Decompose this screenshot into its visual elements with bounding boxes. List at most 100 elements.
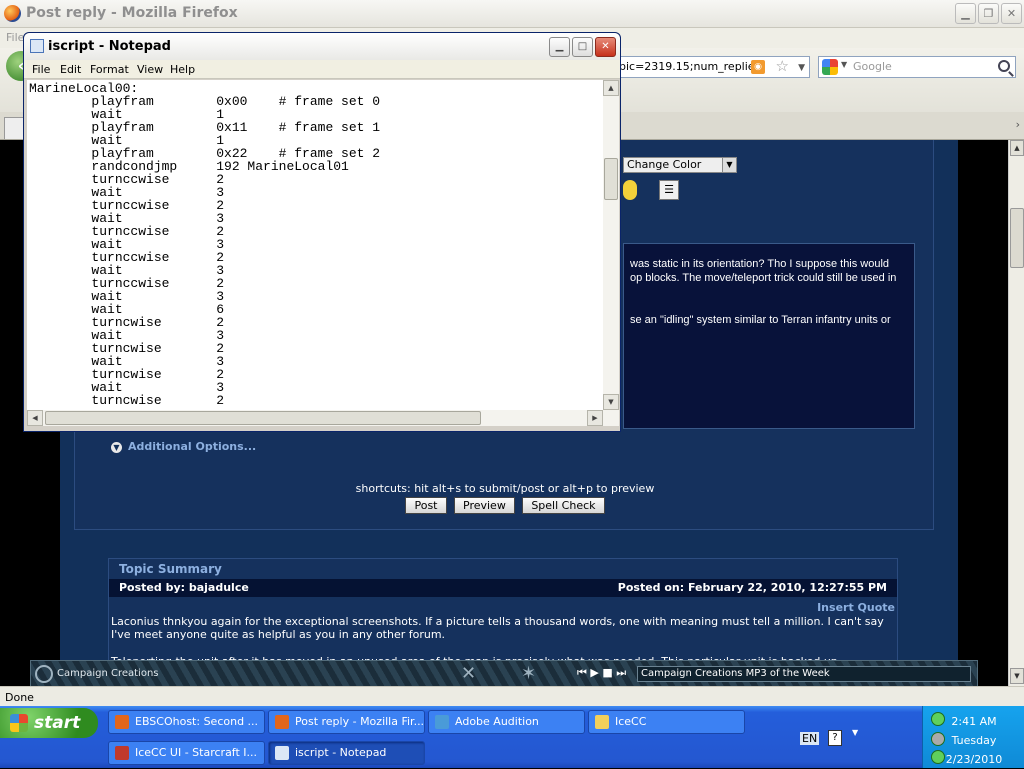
insert-quote-link[interactable]: Insert Quote bbox=[817, 601, 895, 614]
notepad-close-button[interactable]: ✕ bbox=[595, 37, 616, 57]
windows-logo-icon bbox=[10, 714, 28, 732]
language-indicator[interactable]: EN bbox=[800, 732, 820, 745]
firefox-logo-icon bbox=[4, 5, 21, 22]
preview-button[interactable]: Preview bbox=[454, 497, 515, 514]
shortcuts-hint: shortcuts: hit alt+s to submit/post or a… bbox=[355, 482, 655, 495]
page-scrollbar[interactable]: ▲ ▼ bbox=[1008, 140, 1024, 686]
icecc-icon bbox=[115, 746, 129, 760]
audition-icon bbox=[435, 715, 449, 729]
firefox-icon bbox=[275, 715, 289, 729]
status-bar: Done bbox=[0, 686, 1024, 706]
clock-time: 2:41 AM bbox=[951, 715, 997, 728]
start-button[interactable]: start bbox=[0, 708, 98, 738]
expand-icon: ▼ bbox=[111, 442, 122, 453]
scroll-thumb[interactable] bbox=[1010, 208, 1024, 268]
resize-grip[interactable] bbox=[603, 410, 619, 426]
posted-by: Posted by: bajadulce bbox=[119, 581, 249, 594]
search-input[interactable]: Google bbox=[853, 60, 892, 73]
chevron-down-icon[interactable]: ▼ bbox=[722, 158, 736, 172]
task-label: Adobe Audition bbox=[455, 715, 539, 728]
firefox-window-title: Post reply - Mozilla Firefox bbox=[26, 5, 238, 21]
notepad-text-area[interactable]: MarineLocal00: playfram 0x00 # frame set… bbox=[27, 80, 603, 410]
notepad-titlebar[interactable]: iscript - Notepad ▁ □ ✕ bbox=[24, 33, 620, 60]
scroll-thumb[interactable] bbox=[45, 411, 481, 425]
list-icon[interactable]: ☰ bbox=[659, 180, 679, 200]
clock-date: 2/23/2010 bbox=[945, 753, 1003, 766]
task-label: IceCC bbox=[615, 715, 647, 728]
posted-on: Posted on: February 22, 2010, 12:27:55 P… bbox=[617, 581, 887, 594]
url-dropdown-icon[interactable]: ▼ bbox=[798, 58, 805, 77]
starcraft2-logo-icon: ✶ bbox=[521, 663, 537, 684]
bookmark-star-icon[interactable]: ☆ bbox=[776, 57, 789, 76]
help-icon[interactable]: ? bbox=[828, 730, 842, 746]
post-line: se an "idling" system similar to Terran … bbox=[630, 314, 891, 326]
scroll-right-icon[interactable]: ▶ bbox=[587, 410, 603, 426]
task-iscript-notepad[interactable]: iscript - Notepad bbox=[268, 741, 425, 765]
menu-format[interactable]: Format bbox=[90, 63, 129, 76]
firefox-icon bbox=[115, 715, 129, 729]
url-bar[interactable]: pic=2319.15;num_replies ◉ ☆ ▼ bbox=[612, 56, 810, 78]
scroll-left-icon[interactable]: ◀ bbox=[27, 410, 43, 426]
notepad-minimize-button[interactable]: ▁ bbox=[549, 37, 570, 57]
rss-icon[interactable]: ◉ bbox=[751, 60, 765, 74]
task-ebscohost[interactable]: EBSCOhost: Second ... bbox=[108, 710, 265, 734]
campaign-creations-logo-icon bbox=[35, 665, 53, 683]
folder-icon bbox=[595, 715, 609, 729]
additional-options-link[interactable]: ▼ Additional Options... bbox=[111, 440, 256, 453]
scroll-down-icon[interactable]: ▼ bbox=[603, 394, 619, 410]
mp3-ticker: Campaign Creations MP3 of the Week bbox=[637, 666, 971, 682]
post-line: op blocks. The move/teleport trick could… bbox=[630, 272, 897, 284]
notepad-icon bbox=[275, 746, 289, 760]
close-button[interactable]: ✕ bbox=[1001, 3, 1022, 24]
google-icon[interactable] bbox=[822, 59, 838, 75]
form-buttons: Post Preview Spell Check bbox=[75, 497, 935, 514]
post-button[interactable]: Post bbox=[405, 497, 447, 514]
message-textarea[interactable]: was static in its orientation? Tho I sup… bbox=[623, 243, 915, 429]
notepad-icon bbox=[30, 39, 44, 53]
change-color-select[interactable]: Change Color ▼ bbox=[623, 157, 737, 173]
notepad-menubar: File Edit Format View Help bbox=[24, 60, 620, 79]
insert-image-icon[interactable] bbox=[623, 180, 637, 200]
campaign-creations-label: Campaign Creations bbox=[57, 668, 159, 679]
notepad-vertical-scrollbar[interactable]: ▲ ▼ bbox=[603, 80, 619, 410]
scroll-up-icon[interactable]: ▲ bbox=[603, 80, 619, 96]
campaign-creations-bar: Campaign Creations ✕ ✶ ⏮ ▶ ■ ⏭ Campaign … bbox=[30, 660, 978, 686]
menu-edit[interactable]: Edit bbox=[60, 63, 81, 76]
iscript-content[interactable]: MarineLocal00: playfram 0x00 # frame set… bbox=[27, 80, 603, 407]
post-line: was static in its orientation? Tho I sup… bbox=[630, 258, 890, 270]
task-icecc[interactable]: IceCC bbox=[588, 710, 745, 734]
task-adobe-audition[interactable]: Adobe Audition bbox=[428, 710, 585, 734]
clock[interactable]: 2:41 AM Tuesday 2/23/2010 bbox=[923, 712, 1024, 769]
notepad-horizontal-scrollbar[interactable]: ◀ ▶ bbox=[27, 410, 603, 426]
menu-view[interactable]: View bbox=[137, 63, 163, 76]
search-engine-dropdown-icon[interactable]: ▼ bbox=[841, 60, 847, 69]
language-bar-options-icon[interactable]: ▼ bbox=[852, 728, 858, 737]
scroll-thumb[interactable] bbox=[604, 158, 618, 200]
search-bar[interactable]: ▼ Google bbox=[818, 56, 1016, 78]
status-text: Done bbox=[5, 691, 34, 704]
task-post-reply[interactable]: Post reply - Mozilla Fir... bbox=[268, 710, 425, 734]
scroll-up-icon[interactable]: ▲ bbox=[1010, 140, 1024, 156]
tab-scroll-icon[interactable]: › bbox=[1016, 118, 1020, 131]
spell-check-button[interactable]: Spell Check bbox=[522, 497, 605, 514]
menu-help[interactable]: Help bbox=[170, 63, 195, 76]
clock-day: Tuesday bbox=[951, 734, 997, 747]
minimize-button[interactable]: ▁ bbox=[955, 3, 976, 24]
starcraft-logo-icon: ✕ bbox=[461, 663, 477, 684]
media-controls[interactable]: ⏮ ▶ ■ ⏭ bbox=[577, 666, 626, 680]
notepad-maximize-button[interactable]: □ bbox=[572, 37, 593, 57]
search-icon[interactable] bbox=[998, 60, 1010, 72]
firefox-titlebar: Post reply - Mozilla Firefox ▁ ❐ ✕ bbox=[0, 0, 1024, 28]
url-text: pic=2319.15;num_replies bbox=[619, 60, 761, 73]
task-label: IceCC UI - Starcraft I... bbox=[135, 746, 258, 759]
change-color-label: Change Color bbox=[627, 158, 702, 171]
topic-summary-title: Topic Summary bbox=[119, 562, 222, 576]
restore-button[interactable]: ❐ bbox=[978, 3, 999, 24]
task-label: Post reply - Mozilla Fir... bbox=[295, 715, 425, 728]
task-icecc-ui[interactable]: IceCC UI - Starcraft I... bbox=[108, 741, 265, 765]
additional-options-label: Additional Options... bbox=[128, 440, 257, 453]
menu-file[interactable]: File bbox=[32, 63, 50, 76]
task-label: iscript - Notepad bbox=[295, 746, 387, 759]
scroll-down-icon[interactable]: ▼ bbox=[1010, 668, 1024, 684]
menu-file[interactable]: File bbox=[6, 31, 24, 44]
